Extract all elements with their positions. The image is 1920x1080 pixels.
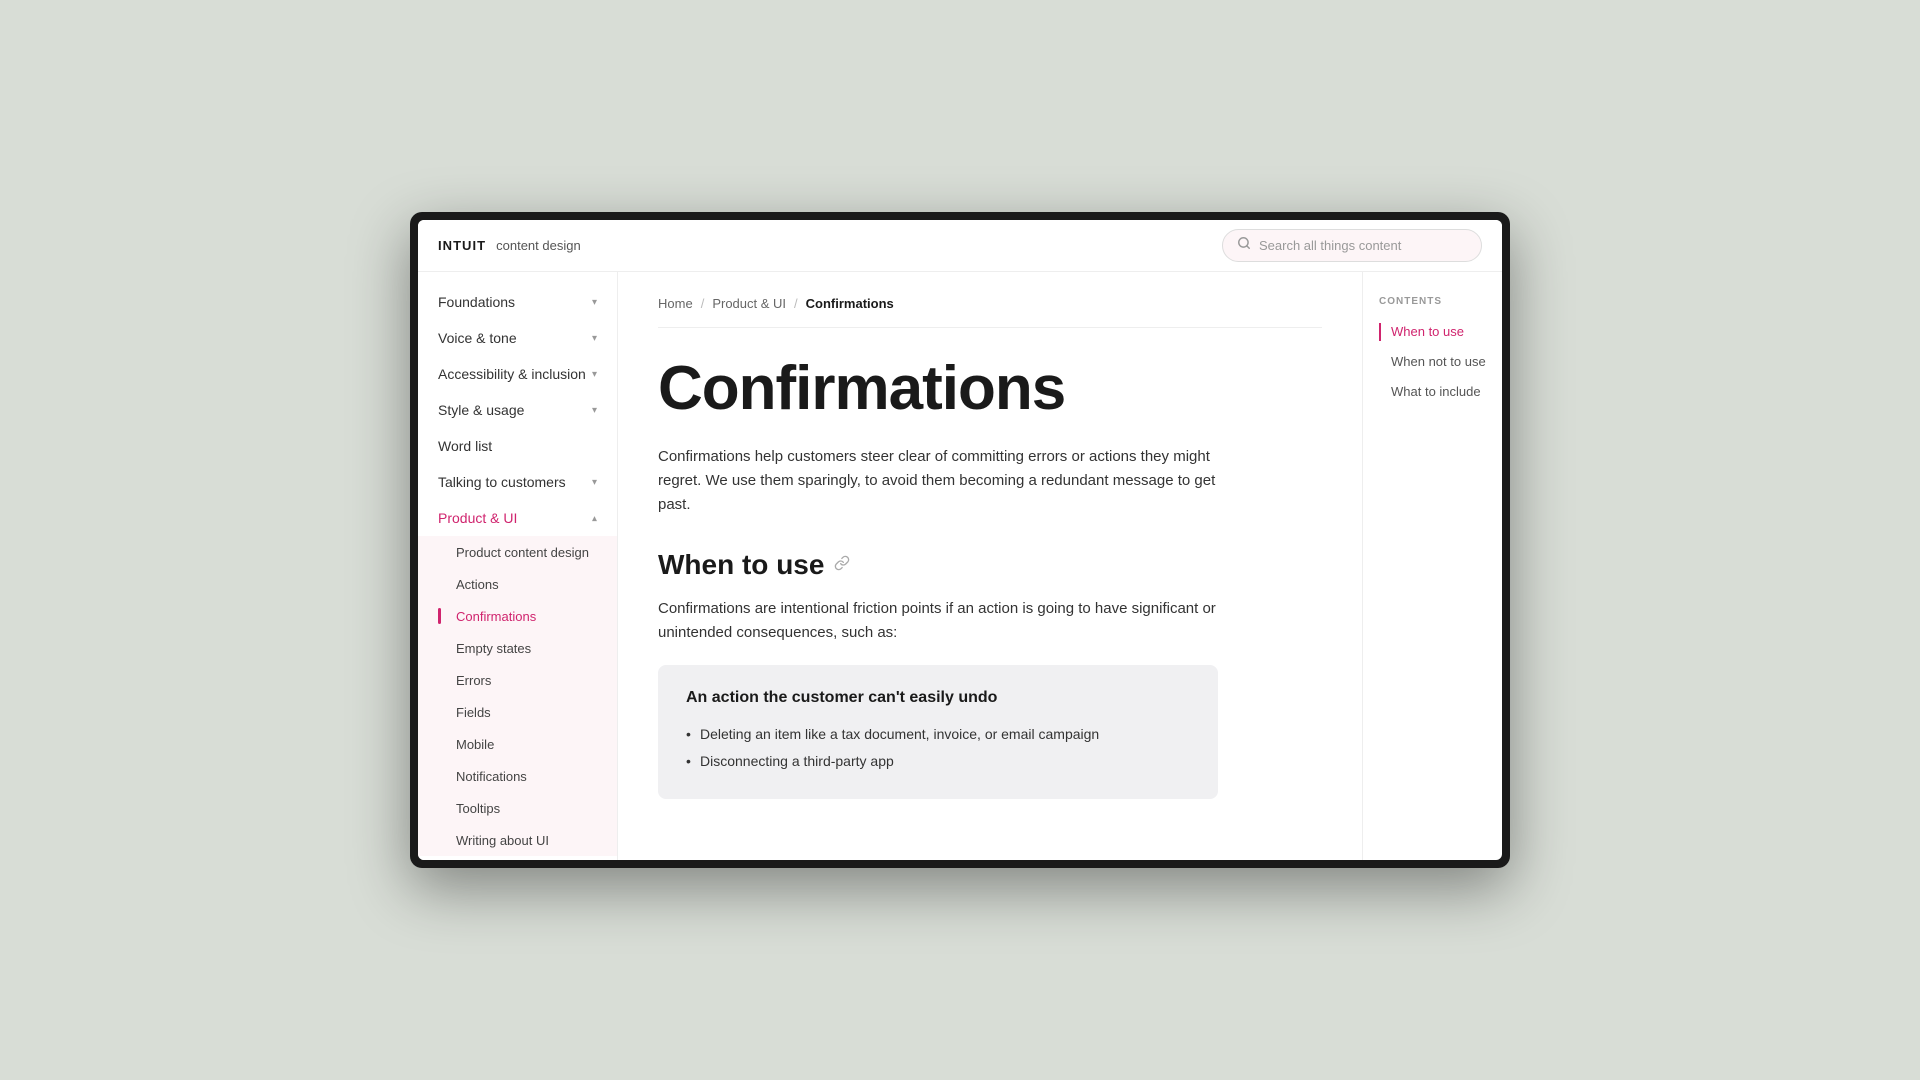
active-indicator xyxy=(438,608,441,624)
chevron-down-icon: ▾ xyxy=(592,405,597,416)
breadcrumb-home[interactable]: Home xyxy=(658,296,693,311)
header: INTUIT content design Search all things … xyxy=(418,220,1502,272)
main-content: Home / Product & UI / Confirmations Conf… xyxy=(618,272,1362,860)
layout: Foundations ▾ Voice & tone ▾ Accessibili… xyxy=(418,272,1502,860)
inactive-indicator xyxy=(438,640,441,656)
intro-text: Confirmations help customers steer clear… xyxy=(658,445,1218,517)
toc-item-what-to-include[interactable]: What to include xyxy=(1379,383,1486,401)
section-heading-text: When to use xyxy=(658,549,824,581)
inactive-indicator xyxy=(438,672,441,688)
logo-subtitle: content design xyxy=(496,238,581,253)
monitor-frame: INTUIT content design Search all things … xyxy=(410,212,1510,868)
inactive-indicator xyxy=(438,800,441,816)
breadcrumb-parent[interactable]: Product & UI xyxy=(712,296,786,311)
sidebar-item-accessibility[interactable]: Accessibility & inclusion ▾ xyxy=(418,356,617,392)
sidebar-subitem-product-content-design[interactable]: Product content design xyxy=(418,536,617,568)
sidebar-subitem-empty-states[interactable]: Empty states xyxy=(418,632,617,664)
search-placeholder: Search all things content xyxy=(1259,238,1467,253)
info-box-title: An action the customer can't easily undo xyxy=(686,689,1190,707)
sidebar-subitem-errors[interactable]: Errors xyxy=(418,664,617,696)
chevron-up-icon: ▾ xyxy=(592,513,597,524)
search-icon xyxy=(1237,236,1251,255)
sidebar-subitem-tooltips[interactable]: Tooltips xyxy=(418,792,617,824)
inactive-indicator xyxy=(438,768,441,784)
breadcrumb: Home / Product & UI / Confirmations xyxy=(658,296,1322,328)
link-icon[interactable] xyxy=(834,555,850,576)
page-title: Confirmations xyxy=(658,356,1322,421)
sidebar-item-talking-to-customers[interactable]: Talking to customers ▾ xyxy=(418,464,617,500)
logo-intuit: INTUIT xyxy=(438,238,486,253)
inactive-indicator xyxy=(438,576,441,592)
section-when-to-use: When to use xyxy=(658,549,1322,581)
toc-item-when-not-to-use[interactable]: When not to use xyxy=(1379,353,1486,371)
sidebar-subitem-actions[interactable]: Actions xyxy=(418,568,617,600)
sidebar-item-voice-tone[interactable]: Voice & tone ▾ xyxy=(418,320,617,356)
toc-item-when-to-use[interactable]: When to use xyxy=(1379,323,1486,341)
sidebar-item-style-usage[interactable]: Style & usage ▾ xyxy=(418,392,617,428)
logo-area: INTUIT content design xyxy=(438,238,581,253)
sidebar-subitem-fields[interactable]: Fields xyxy=(418,696,617,728)
sidebar-subitem-mobile[interactable]: Mobile xyxy=(418,728,617,760)
search-bar[interactable]: Search all things content xyxy=(1222,229,1482,262)
sidebar-subitem-writing-about-ui[interactable]: Writing about UI xyxy=(418,824,617,856)
info-box-list: Deleting an item like a tax document, in… xyxy=(686,721,1190,775)
breadcrumb-current: Confirmations xyxy=(806,296,894,311)
inactive-indicator xyxy=(438,736,441,752)
content-with-toc: Home / Product & UI / Confirmations Conf… xyxy=(618,272,1502,860)
inactive-indicator xyxy=(438,704,441,720)
sidebar-subitem-confirmations[interactable]: Confirmations xyxy=(418,600,617,632)
info-box: An action the customer can't easily undo… xyxy=(658,665,1218,799)
breadcrumb-separator-2: / xyxy=(794,296,798,311)
chevron-down-icon: ▾ xyxy=(592,477,597,488)
breadcrumb-separator-1: / xyxy=(701,296,705,311)
inactive-indicator xyxy=(438,544,441,560)
inactive-indicator xyxy=(438,832,441,848)
product-ui-subitems: Product content design Actions Confirmat… xyxy=(418,536,617,856)
section1-text: Confirmations are intentional friction p… xyxy=(658,597,1218,645)
sidebar-item-foundations[interactable]: Foundations ▾ xyxy=(418,284,617,320)
sidebar-item-marketing[interactable]: Marketing ▾ xyxy=(418,856,617,860)
list-item: Disconnecting a third-party app xyxy=(686,748,1190,775)
chevron-down-icon: ▾ xyxy=(592,297,597,308)
sidebar-subitem-notifications[interactable]: Notifications xyxy=(418,760,617,792)
toc-title: CONTENTS xyxy=(1379,296,1486,307)
chevron-down-icon: ▾ xyxy=(592,369,597,380)
toc-panel: CONTENTS When to use When not to use Wha… xyxy=(1362,272,1502,860)
chevron-down-icon: ▾ xyxy=(592,333,597,344)
sidebar-item-product-ui[interactable]: Product & UI ▾ xyxy=(418,500,617,536)
sidebar-item-word-list[interactable]: Word list xyxy=(418,428,617,464)
browser-window: INTUIT content design Search all things … xyxy=(418,220,1502,860)
sidebar: Foundations ▾ Voice & tone ▾ Accessibili… xyxy=(418,272,618,860)
list-item: Deleting an item like a tax document, in… xyxy=(686,721,1190,748)
